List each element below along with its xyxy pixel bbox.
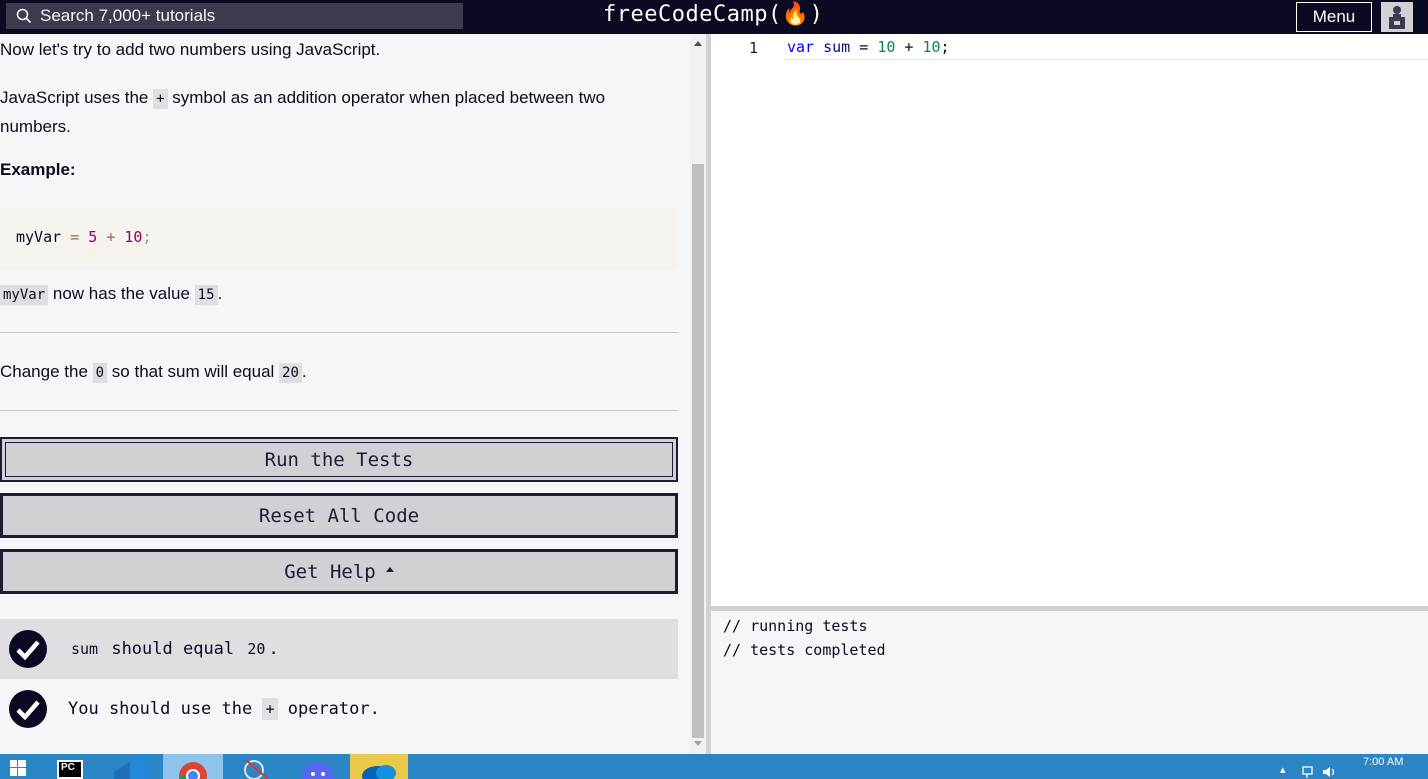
check-circle-icon (9, 690, 47, 728)
lesson-result-text: myVar now has the value 15. (0, 280, 660, 309)
caret-up-icon (385, 567, 394, 572)
chrome-taskbar-button[interactable] (163, 754, 223, 779)
clock[interactable]: 7:00 AM (1363, 756, 1403, 768)
scroll-up-arrow-icon[interactable] (694, 41, 702, 46)
reset-code-button[interactable]: Reset All Code (0, 493, 678, 538)
divider (0, 332, 678, 333)
test-result-row: You should use the + operator. (0, 679, 678, 739)
cloud-icon (362, 765, 396, 779)
discord-icon (302, 762, 334, 779)
snipping-tool-icon[interactable] (238, 754, 278, 779)
volume-icon[interactable] (1322, 766, 1338, 778)
avatar[interactable] (1381, 2, 1413, 32)
code-line[interactable]: var sum = 10 + 10; (785, 38, 1428, 60)
top-nav: freeCodeCamp(🔥) Menu (0, 0, 1428, 34)
search-input[interactable] (40, 6, 460, 26)
network-icon[interactable] (1302, 766, 1316, 778)
tray-overflow-icon[interactable]: ▴ (1280, 763, 1286, 776)
brand-logo[interactable]: freeCodeCamp(🔥) (603, 2, 823, 27)
onedrive-taskbar-button[interactable] (350, 754, 408, 779)
code-editor[interactable]: 1 var sum = 10 + 10; (711, 34, 1428, 606)
run-tests-button[interactable]: Run the Tests (0, 437, 678, 482)
test-result-row: sum should equal 20. (0, 619, 678, 679)
windows-start-icon[interactable] (10, 760, 26, 776)
scroll-down-arrow-icon[interactable] (694, 741, 702, 746)
output-console: // running tests // tests completed (711, 611, 1428, 754)
search-box[interactable] (6, 3, 463, 29)
example-code-block: myVar = 5 + 10; (0, 208, 678, 270)
lesson-intro: Now let's try to add two numbers using J… (0, 40, 381, 59)
windows-taskbar: PC ▴ 7:00 AM (0, 754, 1428, 779)
chrome-icon (179, 762, 207, 779)
example-heading: Example: (0, 160, 76, 179)
pycharm-icon[interactable]: PC (57, 760, 83, 779)
divider (0, 410, 678, 411)
console-line: // running tests (723, 617, 868, 635)
scrollbar-thumb[interactable] (692, 164, 704, 738)
instructions-scrollbar[interactable] (690, 34, 706, 754)
vscode-icon[interactable] (110, 754, 158, 779)
check-circle-icon (9, 630, 47, 668)
search-icon (16, 8, 32, 24)
instructions-pane: Now let's try to add two numbers using J… (0, 34, 690, 754)
get-help-button[interactable]: Get Help (0, 549, 678, 594)
task-description: Change the 0 so that sum will equal 20. (0, 362, 307, 383)
discord-taskbar-button[interactable] (288, 754, 346, 779)
console-line: // tests completed (723, 641, 886, 659)
inline-code: + (153, 89, 168, 109)
lesson-operator-text: JavaScript uses the + symbol as an addit… (0, 88, 606, 136)
menu-button[interactable]: Menu (1296, 2, 1372, 32)
line-number: 1 (749, 39, 759, 57)
